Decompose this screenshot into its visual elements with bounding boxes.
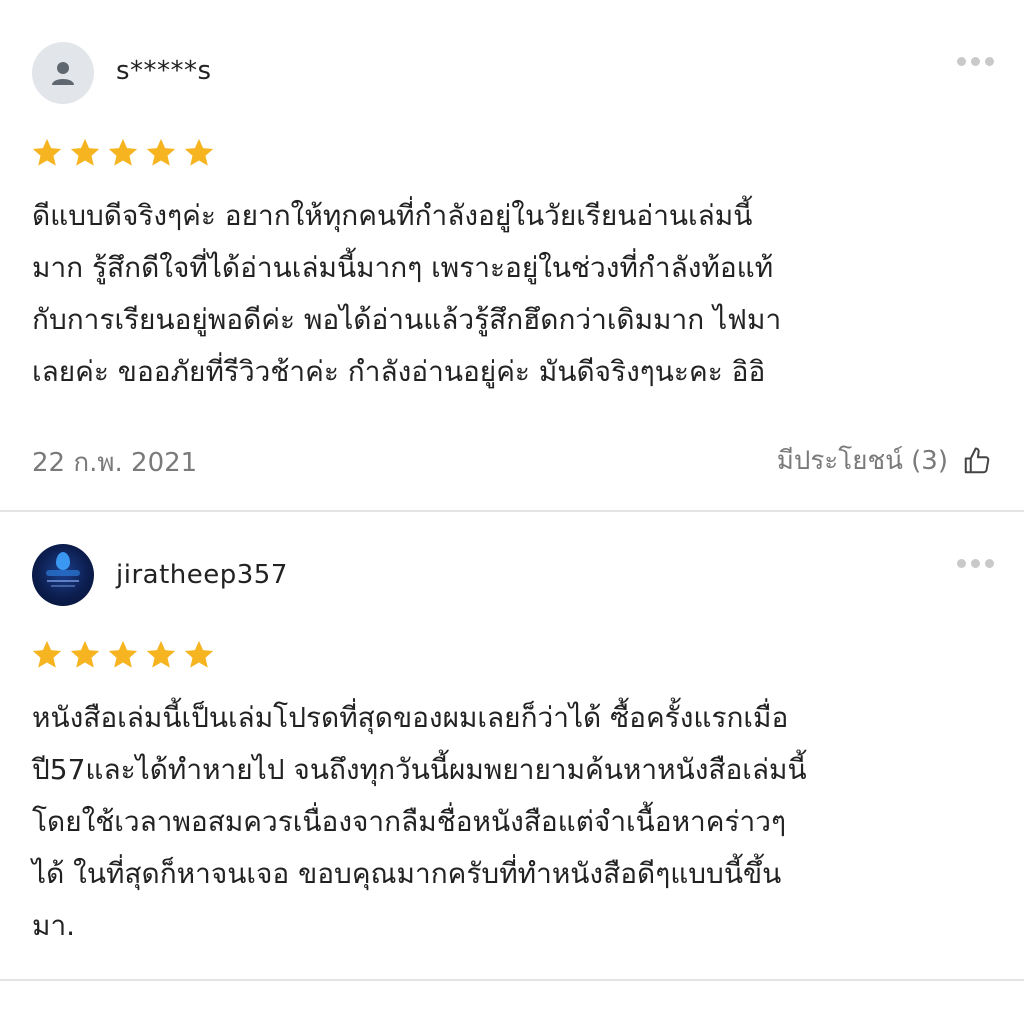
star-icon	[146, 640, 176, 668]
star-icon	[108, 640, 138, 668]
reviews-page: s*****s ดีแบบดีจริงๆค่ะ อยากให้ทุกคนที่ก…	[0, 0, 1024, 1024]
review-text-line: มาก รู้สึกดีใจที่ได้อ่านเล่มนี้มากๆ เพรา…	[32, 251, 774, 284]
review-text-line: ได้ ในที่สุดก็หาจนเจอ ขอบคุณมากครับที่ทำ…	[32, 857, 782, 890]
avatar[interactable]	[32, 544, 94, 606]
star-icon	[70, 138, 100, 166]
star-icon	[32, 640, 62, 668]
star-icon	[146, 138, 176, 166]
review-card: jiratheep357 หนังสือเล่มนี้เป็นเล่มโปรดท…	[0, 514, 1024, 984]
logo-mark	[51, 585, 75, 587]
default-user-icon	[52, 62, 74, 85]
divider	[0, 510, 1024, 512]
review-text-line: เลยค่ะ ขออภัยที่รีวิวช้าค่ะ กำลังอ่านอยู…	[32, 355, 766, 388]
star-icon	[70, 640, 100, 668]
star-icon	[108, 138, 138, 166]
avatar[interactable]	[32, 42, 94, 104]
username[interactable]: jiratheep357	[116, 560, 288, 590]
logo-mark	[47, 580, 79, 582]
review-text-line: กับการเรียนอยู่พอดีค่ะ พอได้อ่านแล้วรู้ส…	[32, 303, 782, 336]
star-icon	[184, 640, 214, 668]
review-text: หนังสือเล่มนี้เป็นเล่มโปรดที่สุดของผมเลย…	[32, 692, 994, 952]
thumbs-up-icon	[964, 447, 990, 473]
divider	[0, 979, 1024, 981]
review-text-line: ดีแบบดีจริงๆค่ะ อยากให้ทุกคนที่กำลังอยู่…	[32, 199, 753, 232]
helpful-label: มีประโยชน์ (3)	[776, 446, 948, 476]
more-options-icon[interactable]	[957, 559, 994, 568]
username[interactable]: s*****s	[116, 56, 212, 86]
review-text-line: ปี57และได้ทำหายไป จนถึงทุกวันนี้ผมพยายาม…	[32, 753, 807, 786]
review-text-line: มา.	[32, 909, 76, 942]
review-text-line: หนังสือเล่มนี้เป็นเล่มโปรดที่สุดของผมเลย…	[32, 701, 789, 734]
brand-logo-avatar	[56, 552, 70, 570]
review-card: s*****s ดีแบบดีจริงๆค่ะ อยากให้ทุกคนที่ก…	[0, 0, 1024, 510]
star-rating	[30, 638, 216, 672]
star-rating	[30, 136, 216, 170]
review-date: 22 ก.พ. 2021	[32, 448, 198, 478]
helpful-button[interactable]: มีประโยชน์ (3)	[777, 440, 992, 481]
review-text-line: โดยใช้เวลาพอสมควรเนื่องจากลืมชื่อหนังสือ…	[32, 805, 787, 838]
more-options-icon[interactable]	[957, 57, 994, 66]
star-icon	[184, 138, 214, 166]
review-text: ดีแบบดีจริงๆค่ะ อยากให้ทุกคนที่กำลังอยู่…	[32, 190, 994, 398]
star-icon	[32, 138, 62, 166]
logo-wave	[46, 570, 80, 576]
